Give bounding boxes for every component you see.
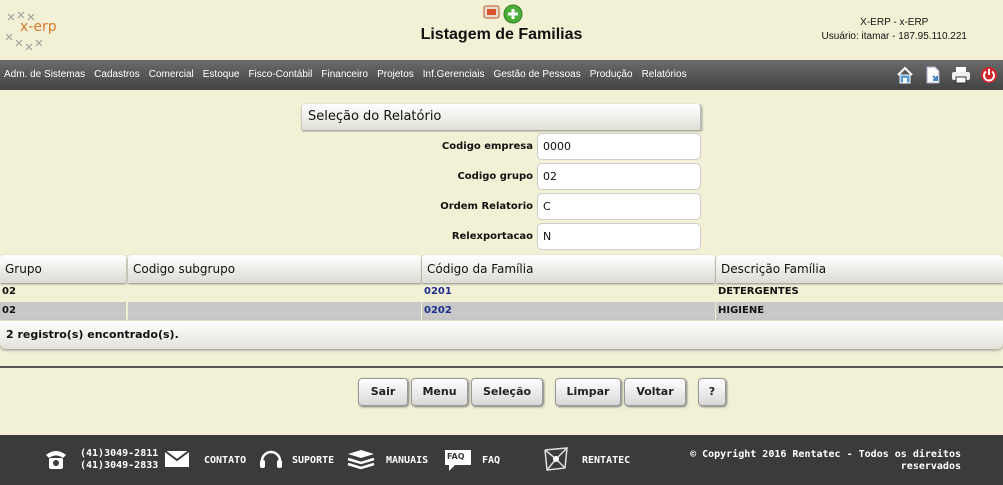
familia-link[interactable]: 0202 — [424, 305, 452, 316]
footer: (41)3049-2811 (41)3049-2833 CONTATO SUPO… — [0, 435, 1003, 485]
column-header-descricao-familia[interactable]: Descrição Família — [716, 255, 1003, 283]
menu-item-adm-sistemas[interactable]: Adm. de Sistemas — [4, 69, 85, 80]
menu-item-gestao-pessoas[interactable]: Gestão de Pessoas — [493, 69, 580, 80]
menu-item-projetos[interactable]: Projetos — [377, 69, 414, 80]
system-name: X-ERP - x-ERP — [860, 17, 929, 28]
network-icon — [541, 444, 571, 477]
codigo-empresa-field[interactable]: 0000 — [537, 133, 701, 160]
manuais-label: MANUAIS — [386, 454, 429, 466]
contato-label: CONTATO — [204, 454, 247, 466]
limpar-button[interactable]: Limpar — [555, 378, 621, 406]
user-info: Usuário: itamar - 187.95.110.221 — [821, 31, 967, 42]
menu-items: Adm. de Sistemas Cadastros Comercial Est… — [4, 69, 687, 80]
cell-descricao-familia: HIGIENE — [716, 302, 1003, 320]
phone-2: (41)3049-2833 — [80, 460, 159, 471]
field-label: Ordem Relatorio — [440, 201, 533, 212]
cell-codigo-familia: 0201 — [422, 283, 715, 301]
suporte-link[interactable]: SUPORTE — [258, 435, 334, 485]
headset-icon — [258, 446, 284, 475]
field-label: Codigo grupo — [457, 171, 533, 182]
relexportacao-field[interactable]: N — [537, 223, 701, 250]
form-row-ordem-relatorio: Ordem Relatorio C — [302, 193, 702, 221]
faq-label: FAQ — [482, 454, 501, 466]
help-button[interactable]: ? — [698, 378, 726, 406]
presentation-icon[interactable] — [483, 4, 501, 28]
table-row: 02 0201 DETERGENTES — [0, 283, 1003, 301]
contato-link[interactable]: CONTATO — [164, 435, 246, 485]
menu-bar: Adm. de Sistemas Cadastros Comercial Est… — [0, 60, 1003, 90]
form-row-codigo-grupo: Codigo grupo 02 — [302, 163, 702, 191]
cell-codigo-familia: 0202 — [422, 302, 715, 320]
cell-codigo-subgrupo — [128, 302, 421, 320]
voltar-button[interactable]: Voltar — [624, 378, 686, 406]
faq-link[interactable]: FAQ FAQ — [443, 435, 500, 485]
menu-item-fisco-contabil[interactable]: Fisco-Contábil — [248, 69, 312, 80]
codigo-grupo-field[interactable]: 02 — [537, 163, 701, 190]
books-icon — [346, 448, 376, 473]
menu-item-financeiro[interactable]: Financeiro — [321, 69, 368, 80]
print-icon[interactable] — [951, 65, 971, 85]
document-icon[interactable] — [923, 65, 943, 85]
sair-button[interactable]: Sair — [358, 378, 408, 406]
table-row: 02 0202 HIGIENE — [0, 302, 1003, 320]
column-header-grupo[interactable]: Grupo — [0, 255, 126, 283]
menu-item-comercial[interactable]: Comercial — [149, 69, 194, 80]
menu-item-inf-gerenciais[interactable]: Inf.Gerenciais — [423, 69, 485, 80]
envelope-icon — [164, 449, 190, 472]
top-icons — [483, 4, 523, 28]
header: x-erp Listagem de Familias X-ERP - x-ERP… — [0, 0, 1003, 60]
form-row-relexportacao: Relexportacao N — [302, 223, 702, 251]
selecao-button[interactable]: Seleção — [471, 378, 543, 406]
home-icon[interactable] — [895, 65, 915, 85]
phone-icon — [44, 448, 68, 476]
cell-descricao-familia: DETERGENTES — [718, 286, 799, 297]
column-header-codigo-subgrupo[interactable]: Codigo subgrupo — [128, 255, 421, 283]
menu-item-estoque[interactable]: Estoque — [203, 69, 240, 80]
menu-item-relatorios[interactable]: Relatórios — [642, 69, 687, 80]
menu-button[interactable]: Menu — [411, 378, 468, 406]
rentatec-label: RENTATEC — [582, 454, 631, 466]
system-info: X-ERP - x-ERP Usuário: itamar - 187.95.1… — [822, 16, 967, 44]
column-header-codigo-familia[interactable]: Código da Família — [422, 255, 715, 283]
copyright: © Copyright 2016 Rentatec - Todos os dir… — [690, 449, 961, 473]
field-label: Relexportacao — [451, 231, 533, 242]
form-row-codigo-empresa: Codigo empresa 0000 — [302, 133, 702, 161]
copyright-line-2: reservados — [900, 461, 961, 472]
copyright-line-1: © Copyright 2016 Rentatec - Todos os dir… — [690, 449, 961, 460]
faq-badge-text: FAQ — [447, 452, 465, 461]
rentatec-link[interactable]: RENTATEC — [541, 435, 630, 485]
cell-grupo: 02 — [2, 286, 16, 297]
ordem-relatorio-field[interactable]: C — [537, 193, 701, 220]
power-icon[interactable] — [979, 65, 999, 85]
menu-tools — [895, 65, 999, 85]
cell-codigo-subgrupo — [128, 283, 421, 301]
add-icon[interactable] — [503, 4, 523, 28]
suporte-label: SUPORTE — [292, 454, 335, 466]
divider — [0, 366, 1003, 368]
selection-panel-title: Seleção do Relatório — [302, 104, 702, 130]
phone-1: (41)3049-2811 — [80, 448, 159, 459]
record-count: 2 registro(s) encontrado(s). — [0, 321, 1003, 349]
manuais-link[interactable]: MANUAIS — [346, 435, 428, 485]
phone-numbers: (41)3049-2811 (41)3049-2833 — [80, 448, 158, 472]
field-label: Codigo empresa — [441, 141, 533, 152]
familia-link[interactable]: 0201 — [424, 286, 452, 297]
menu-item-cadastros[interactable]: Cadastros — [94, 69, 140, 80]
menu-item-producao[interactable]: Produção — [590, 69, 633, 80]
cell-grupo: 02 — [0, 302, 126, 320]
faq-bubble-icon: FAQ — [443, 447, 473, 473]
